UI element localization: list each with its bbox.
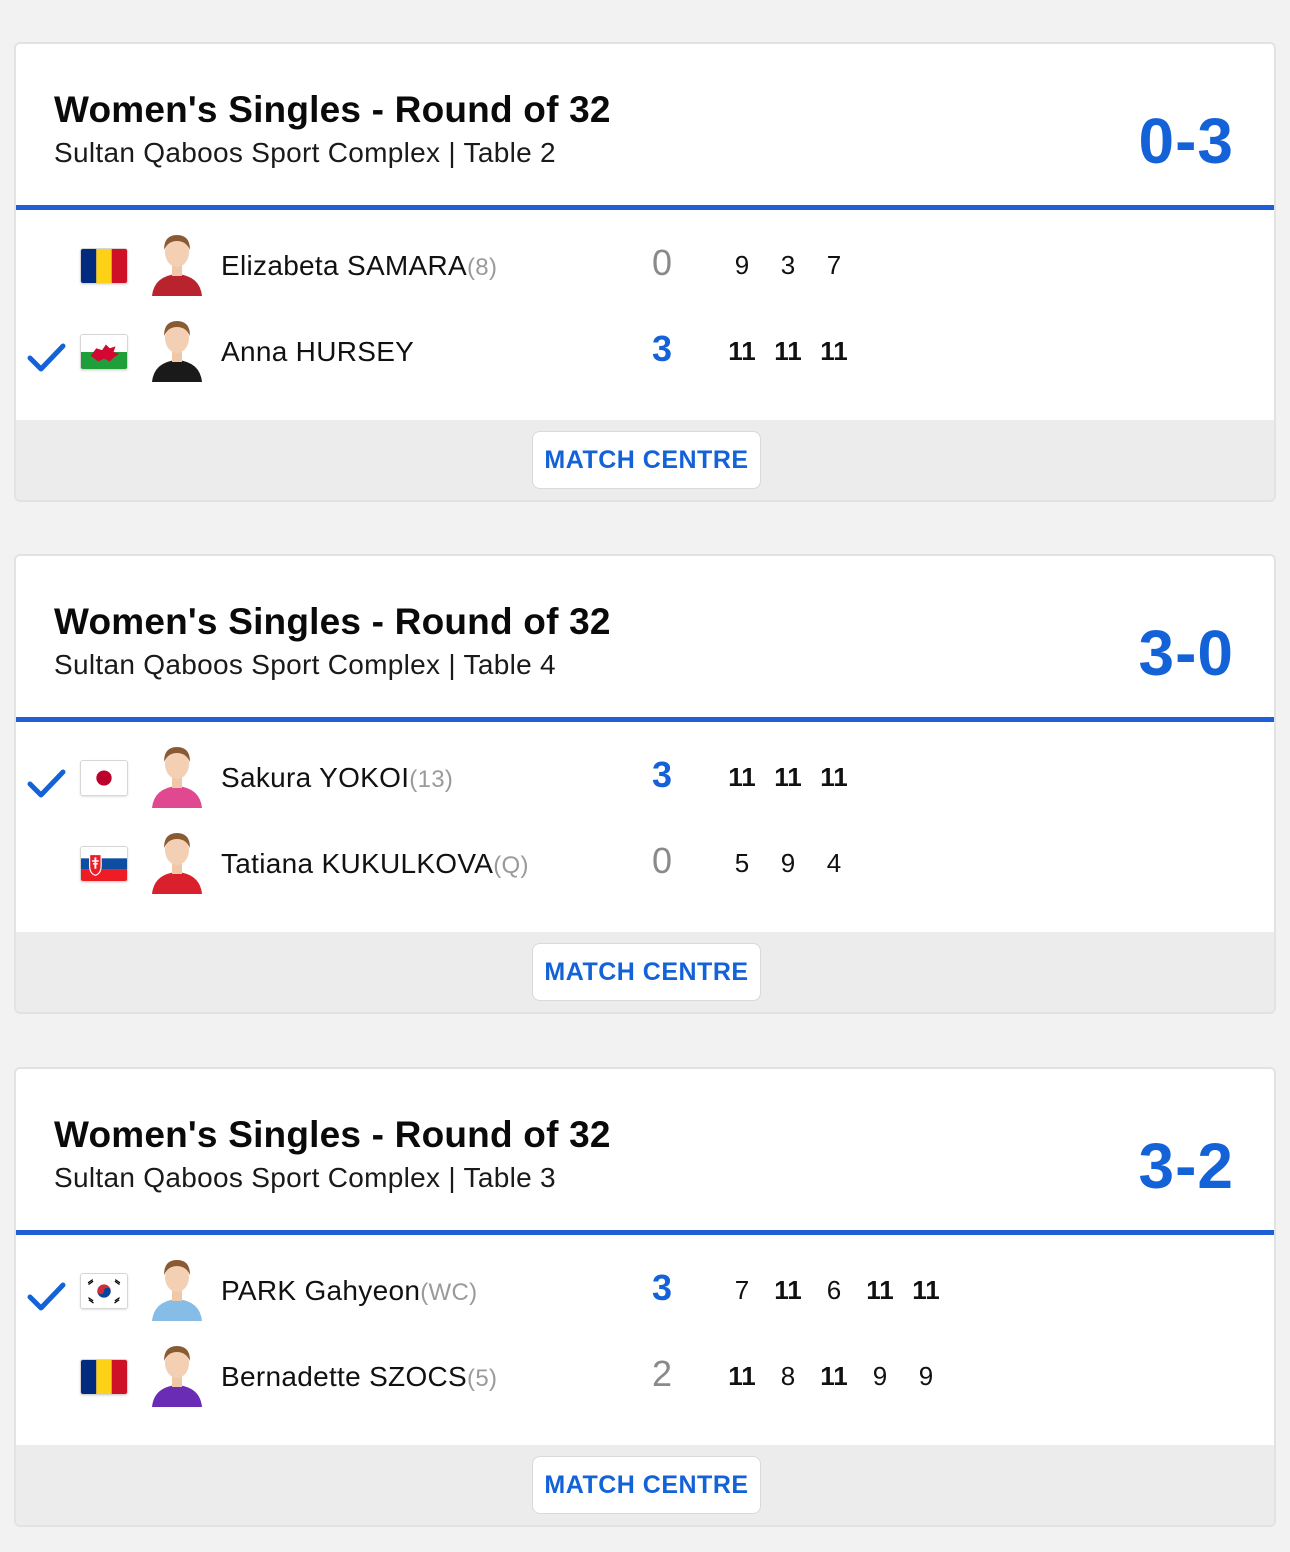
player-photo (146, 828, 208, 894)
player-name-text: Anna HURSEY (221, 336, 415, 367)
event-title: Women's Singles - Round of 32 (54, 1114, 611, 1155)
player-seed: (5) (467, 1365, 498, 1392)
check-icon (27, 343, 66, 372)
player-name-text: Bernadette SZOCS (221, 1361, 468, 1392)
player-seed: (8) (467, 254, 498, 281)
set-score: 11 (820, 336, 848, 366)
set-score: 11 (820, 762, 848, 792)
card-footer: MATCH CENTRE (16, 1445, 1274, 1525)
player-seed: (13) (409, 766, 454, 793)
player-name: Anna HURSEY (221, 336, 414, 368)
player-photo (146, 1341, 208, 1407)
player-name: Sakura YOKOI(13) (221, 762, 453, 794)
match-card: Women's Singles - Round of 32 Sultan Qab… (14, 1067, 1276, 1527)
players: PARK Gahyeon(WC) 3 7 11 6 11 11 Bernadette SZOC… (16, 1253, 1274, 1425)
set-score: 5 (734, 848, 750, 878)
player-name: Bernadette SZOCS(5) (221, 1361, 497, 1393)
match-header: Women's Singles - Round of 32 Sultan Qab… (16, 556, 1274, 722)
match-list: Women's Singles - Round of 32 Sultan Qab… (0, 0, 1290, 1552)
romania-flag (80, 1359, 128, 1395)
romania-flag (80, 248, 128, 284)
match-card: Women's Singles - Round of 32 Sultan Qab… (14, 554, 1276, 1014)
player-name-text: Tatiana KUKULKOVA (221, 848, 494, 879)
match-centre-button[interactable]: MATCH CENTRE (532, 943, 761, 1001)
player-seed: (Q) (493, 852, 529, 879)
set-score: 11 (774, 336, 802, 366)
player-photo (146, 316, 208, 382)
match-centre-button[interactable]: MATCH CENTRE (532, 431, 761, 489)
set-score: 11 (820, 1361, 848, 1391)
games-won: 0 (652, 840, 673, 881)
player-row: Sakura YOKOI(13) 3 11 11 11 (16, 740, 1274, 826)
venue-label: Sultan Qaboos Sport Complex | Table 2 (54, 137, 556, 168)
player-photo (146, 1255, 208, 1321)
match-score: 0-3 (1138, 105, 1234, 177)
player-row: Tatiana KUKULKOVA(Q) 0 5 9 4 (16, 826, 1274, 912)
korea-flag (80, 1273, 128, 1309)
set-score: 9 (734, 250, 750, 280)
check-icon (27, 769, 66, 798)
player-name-text: Elizabeta SAMARA (221, 250, 468, 281)
match-header: Women's Singles - Round of 32 Sultan Qab… (16, 44, 1274, 210)
set-score: 11 (866, 1275, 894, 1305)
games-won: 3 (652, 754, 673, 795)
event-title: Women's Singles - Round of 32 (54, 601, 611, 642)
card-footer: MATCH CENTRE (16, 420, 1274, 500)
player-name: PARK Gahyeon(WC) (221, 1275, 477, 1307)
wales-flag (80, 334, 128, 370)
check-icon (27, 1282, 66, 1311)
games-won: 0 (652, 242, 673, 283)
match-score: 3-0 (1138, 617, 1234, 689)
set-score: 3 (780, 250, 796, 280)
games-won: 3 (652, 328, 673, 369)
match-centre-button[interactable]: MATCH CENTRE (532, 1456, 761, 1514)
games-won: 2 (652, 1353, 673, 1394)
player-photo (146, 230, 208, 296)
set-score: 9 (780, 848, 796, 878)
set-score: 11 (774, 1275, 802, 1305)
player-name: Tatiana KUKULKOVA(Q) (221, 848, 529, 880)
set-score: 9 (918, 1361, 934, 1391)
slovakia-flag (80, 846, 128, 882)
set-score: 8 (780, 1361, 796, 1391)
set-score: 11 (728, 762, 756, 792)
venue-label: Sultan Qaboos Sport Complex | Table 3 (54, 1162, 556, 1193)
set-score: 7 (826, 250, 842, 280)
event-title: Women's Singles - Round of 32 (54, 89, 611, 130)
games-won: 3 (652, 1267, 673, 1308)
match-score: 3-2 (1138, 1130, 1234, 1202)
player-row: Anna HURSEY 3 11 11 11 (16, 314, 1274, 400)
player-photo (146, 742, 208, 808)
set-score: 11 (774, 762, 802, 792)
japan-flag (80, 760, 128, 796)
set-score: 7 (734, 1275, 750, 1305)
player-seed: (WC) (420, 1279, 478, 1306)
match-header: Women's Singles - Round of 32 Sultan Qab… (16, 1069, 1274, 1235)
player-name-text: Sakura YOKOI (221, 762, 410, 793)
player-name: Elizabeta SAMARA(8) (221, 250, 497, 282)
set-score: 11 (728, 1361, 756, 1391)
player-row: Bernadette SZOCS(5) 2 11 8 11 9 9 (16, 1339, 1274, 1425)
players: Sakura YOKOI(13) 3 11 11 11 Tatiana KUKULKOVA… (16, 740, 1274, 912)
players: Elizabeta SAMARA(8) 0 9 3 7 Anna HURSEY 3 11 11 1… (16, 228, 1274, 400)
set-score: 9 (872, 1361, 888, 1391)
card-footer: MATCH CENTRE (16, 932, 1274, 1012)
set-score: 4 (826, 848, 842, 878)
venue-label: Sultan Qaboos Sport Complex | Table 4 (54, 649, 556, 680)
match-card: Women's Singles - Round of 32 Sultan Qab… (14, 42, 1276, 502)
set-score: 11 (912, 1275, 940, 1305)
player-name-text: PARK Gahyeon (221, 1275, 421, 1306)
set-score: 11 (728, 336, 756, 366)
set-score: 6 (826, 1275, 842, 1305)
player-row: PARK Gahyeon(WC) 3 7 11 6 11 11 (16, 1253, 1274, 1339)
player-row: Elizabeta SAMARA(8) 0 9 3 7 (16, 228, 1274, 314)
